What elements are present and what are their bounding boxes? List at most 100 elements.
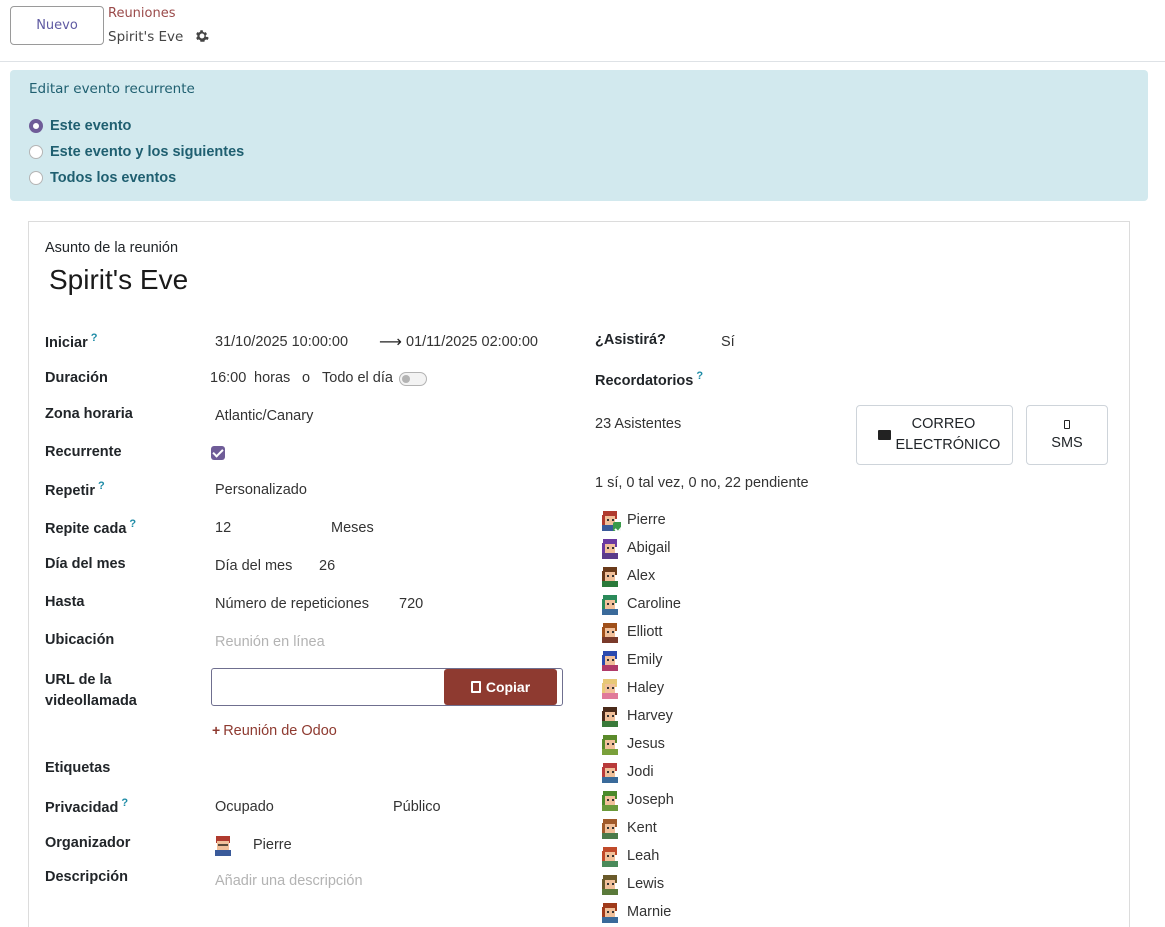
copy-icon — [470, 681, 481, 693]
duration-unit: horas — [254, 370, 291, 386]
attendee-row[interactable]: Joseph — [599, 788, 674, 812]
attendee-name: Pierre — [627, 512, 666, 528]
attendee-name: Leah — [627, 848, 660, 864]
control-panel: Nuevo Reuniones Spirit's Eve — [0, 0, 1165, 62]
envelope-icon — [877, 430, 891, 440]
subject-input[interactable]: Spirit's Eve — [49, 264, 188, 296]
gear-icon[interactable] — [195, 29, 209, 43]
attendee-name: Kent — [627, 820, 657, 836]
attendee-avatar — [599, 817, 621, 839]
attend-select[interactable]: Sí — [721, 334, 735, 350]
attendee-row[interactable]: Pierre — [599, 508, 666, 532]
attendee-row[interactable]: Elliott — [599, 620, 662, 644]
attendee-avatar — [599, 845, 621, 867]
attendee-name: Caroline — [627, 596, 681, 612]
attendee-row[interactable]: Leah — [599, 844, 659, 868]
arrow-right-icon: ⟶ — [379, 332, 402, 351]
radio-label: Este evento — [50, 118, 132, 134]
until-count-input[interactable]: 720 — [399, 596, 423, 612]
attendees-count: 23 Asistentes — [595, 416, 682, 432]
help-icon[interactable]: ? — [696, 370, 703, 382]
radio-all-events[interactable]: Todos los eventos — [29, 169, 176, 187]
radio-button[interactable] — [29, 171, 43, 185]
help-icon[interactable]: ? — [98, 480, 105, 492]
location-input[interactable]: Reunión en línea — [215, 634, 325, 650]
attendee-row[interactable]: Jodi — [599, 760, 654, 784]
attendee-avatar — [599, 677, 621, 699]
reminders-label: Recordatorios? — [595, 370, 704, 389]
attendee-row[interactable]: Caroline — [599, 592, 681, 616]
attendee-row[interactable]: Marnie — [599, 900, 671, 924]
attendee-avatar — [599, 621, 621, 643]
attendee-row[interactable]: Abigail — [599, 536, 671, 560]
recurrence-edit-alert: Editar evento recurrente Este evento Est… — [10, 70, 1148, 201]
help-icon[interactable]: ? — [129, 518, 136, 530]
attendee-row[interactable]: Alex — [599, 564, 655, 588]
recurrent-checkbox[interactable] — [211, 446, 225, 460]
repeat-select[interactable]: Personalizado — [215, 482, 307, 498]
allday-toggle[interactable] — [399, 372, 427, 386]
attendee-avatar — [599, 873, 621, 895]
sms-button-label: SMS — [1051, 434, 1083, 451]
attendee-avatar — [599, 789, 621, 811]
attendee-row[interactable]: Jesus — [599, 732, 665, 756]
start-label: Iniciar? — [45, 332, 98, 351]
repeat-every-input[interactable]: 12 — [215, 520, 231, 536]
copy-button-label: Copiar — [485, 679, 531, 695]
radio-this-and-following[interactable]: Este evento y los siguientes — [29, 143, 244, 161]
organizer-label: Organizador — [45, 835, 131, 851]
timezone-label: Zona horaria — [45, 406, 133, 422]
attendee-row[interactable]: Haley — [599, 676, 664, 700]
privacy-show-as-select[interactable]: Ocupado — [215, 799, 274, 815]
radio-button[interactable] — [29, 119, 43, 133]
privacy-label: Privacidad? — [45, 797, 129, 816]
attendees-summary: 1 sí, 0 tal vez, 0 no, 22 pendiente — [595, 475, 809, 491]
day-of-month-input[interactable]: 26 — [319, 558, 335, 574]
attendee-name: Abigail — [627, 540, 671, 556]
attendee-name: Elliott — [627, 624, 663, 640]
attendee-name: Joseph — [627, 792, 674, 808]
new-button[interactable]: Nuevo — [10, 6, 104, 45]
attendee-name: Jodi — [627, 764, 654, 780]
organizer-select[interactable]: Pierre — [253, 837, 292, 853]
attendee-row[interactable]: Emily — [599, 648, 662, 672]
attendee-avatar — [599, 593, 621, 615]
description-label: Descripción — [45, 869, 128, 885]
location-label: Ubicación — [45, 632, 115, 648]
help-icon[interactable]: ? — [91, 332, 98, 344]
attendee-avatar — [599, 509, 621, 531]
attendee-avatar — [599, 537, 621, 559]
duration-input[interactable]: 16:00 — [210, 370, 246, 386]
attendee-row[interactable]: Lewis — [599, 872, 664, 896]
email-button[interactable]: CORREO ELECTRÓNICO — [856, 405, 1013, 465]
privacy-select[interactable]: Público — [393, 799, 441, 815]
sms-button[interactable]: SMS — [1026, 405, 1108, 465]
copy-button[interactable]: Copiar — [444, 669, 557, 705]
repeat-every-label: Repite cada? — [45, 518, 137, 537]
attend-label: ¿Asistirá? — [595, 332, 666, 348]
breadcrumb-parent[interactable]: Reuniones — [108, 6, 176, 21]
day-of-month-mode-select[interactable]: Día del mes — [215, 558, 292, 574]
attendee-name: Harvey — [627, 708, 673, 724]
duration-label: Duración — [45, 370, 108, 386]
radio-button[interactable] — [29, 145, 43, 159]
plus-icon: + — [212, 722, 221, 738]
attendee-row[interactable]: Harvey — [599, 704, 673, 728]
help-icon[interactable]: ? — [121, 797, 128, 809]
description-input[interactable]: Añadir una descripción — [215, 873, 363, 889]
attendee-row[interactable]: Kent — [599, 816, 657, 840]
attendee-avatar — [599, 901, 621, 923]
radio-label: Todos los eventos — [50, 170, 177, 186]
duration-or: o — [302, 370, 311, 386]
radio-this-event[interactable]: Este evento — [29, 117, 131, 135]
timezone-select[interactable]: Atlantic/Canary — [215, 408, 313, 424]
odoo-meeting-link[interactable]: + Reunión de Odoo — [212, 722, 337, 739]
accepted-check-icon — [613, 522, 621, 531]
until-mode-select[interactable]: Número de repeticiones — [215, 596, 369, 612]
email-button-label: CORREO ELECTRÓNICO — [895, 416, 1001, 453]
form-sheet: Asunto de la reunión Spirit's Eve Inicia… — [28, 221, 1130, 927]
end-date-input[interactable]: 01/11/2025 02:00:00 — [406, 334, 538, 350]
until-label: Hasta — [45, 594, 85, 610]
start-date-input[interactable]: 31/10/2025 10:00:00 — [215, 334, 348, 350]
repeat-unit-select[interactable]: Meses — [331, 520, 374, 536]
